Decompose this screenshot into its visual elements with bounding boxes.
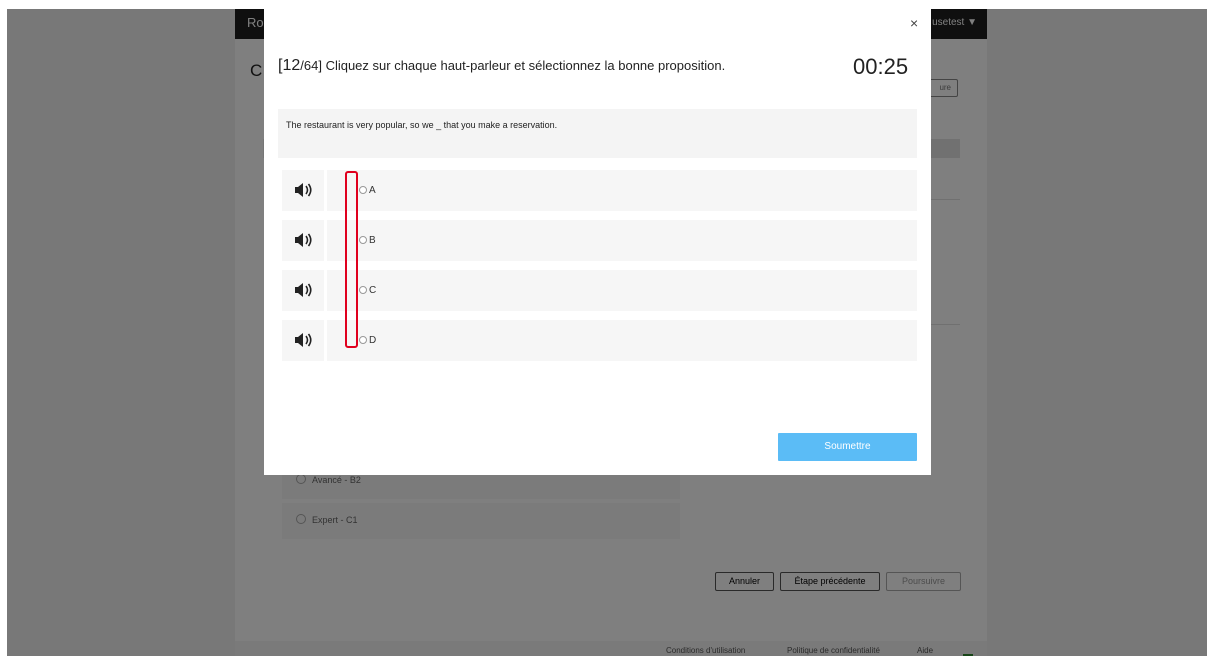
speaker-icon [295,333,312,347]
play-audio-button[interactable] [282,170,324,211]
question-number: [12 [278,57,301,74]
screen: C ure Avancé - B2 Expert - C1 Annuler Ét… [7,9,1207,656]
option-label: C [369,285,377,296]
option-radio[interactable] [359,336,367,344]
close-icon[interactable]: × [910,15,918,31]
option-body[interactable]: D [327,320,917,361]
answer-option-c: C [282,270,917,311]
answer-option-a: A [282,170,917,211]
question-title: [12/64] Cliquez sur chaque haut-parleur … [278,57,725,75]
answer-option-d: D [282,320,917,361]
submit-button[interactable]: Soumettre [778,433,917,461]
answer-option-b: B [282,220,917,261]
play-audio-button[interactable] [282,270,324,311]
option-body[interactable]: A [327,170,917,211]
option-body[interactable]: C [327,270,917,311]
sentence-text: The restaurant is very popular, so we _ … [286,120,558,130]
option-radio[interactable] [359,286,367,294]
question-total: /64] [300,58,322,73]
question-sentence: The restaurant is very popular, so we _ … [278,109,917,158]
speaker-icon [295,233,312,247]
option-radio[interactable] [359,186,367,194]
countdown-timer: 00:25 [853,54,909,79]
highlight-annotation [345,171,358,348]
play-audio-button[interactable] [282,320,324,361]
option-label: D [369,335,377,346]
option-radio[interactable] [359,236,367,244]
play-audio-button[interactable] [282,220,324,261]
speaker-icon [295,283,312,297]
option-label: A [369,185,376,196]
speaker-icon [295,183,312,197]
option-label: B [369,235,376,246]
question-modal: × [12/64] Cliquez sur chaque haut-parleu… [264,9,931,475]
option-body[interactable]: B [327,220,917,261]
question-instruction: Cliquez sur chaque haut-parleur et sélec… [325,58,726,73]
